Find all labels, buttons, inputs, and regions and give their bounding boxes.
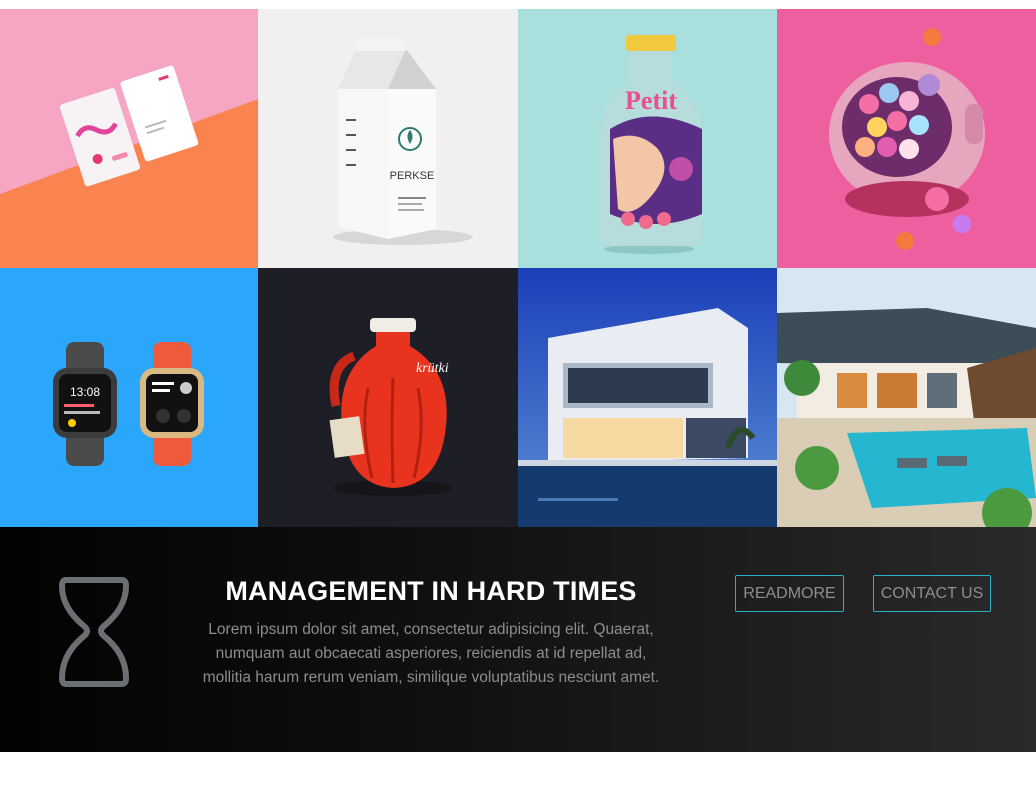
portfolio-tile-helmet[interactable] [777,9,1036,268]
promo-description-line: numquam aut obcaecati asperiores, reicie… [215,645,647,662]
portfolio-grid: PERKSE Petit 13:08 krütki [0,9,1036,527]
business-cards-image [0,9,258,268]
portfolio-tile-business-cards[interactable] [0,9,258,268]
portfolio-tile-petit[interactable]: Petit [518,9,777,268]
smart-watches-image: 13:08 [0,268,258,527]
portfolio-tile-perkse[interactable]: PERKSE [258,9,518,268]
resort-pool-image [777,268,1036,527]
portfolio-tile-watches[interactable]: 13:08 [0,268,258,527]
gumball-helmet-image [777,9,1036,268]
perkse-brand-text: PERKSE [390,170,435,182]
promo-title: MANAGEMENT IN HARD TIMES [225,576,637,606]
hourglass-icon [59,577,129,687]
milk-carton-image: PERKSE [258,9,518,268]
petit-bottle-image: Petit [518,9,777,268]
contact-us-button[interactable]: CONTACT US [873,575,991,612]
promo-description-line: Lorem ipsum dolor sit amet, consectetur … [208,621,654,638]
promo-description-line: mollitia harum rerum veniam, similique v… [202,669,660,686]
portfolio-tile-villa[interactable] [518,268,777,527]
red-jug-image: krütki [258,268,518,527]
modern-villa-image [518,268,777,527]
watch-time-text: 13:08 [70,385,100,399]
portfolio-tile-krutki[interactable]: krütki [258,268,518,527]
promo-description: Lorem ipsum dolor sit amet, consectetur … [196,618,666,690]
portfolio-tile-resort[interactable] [777,268,1036,527]
krutki-brand-text: krütki [416,361,449,376]
readmore-button[interactable]: READMORE [735,575,844,612]
petit-brand-text: Petit [625,86,677,115]
